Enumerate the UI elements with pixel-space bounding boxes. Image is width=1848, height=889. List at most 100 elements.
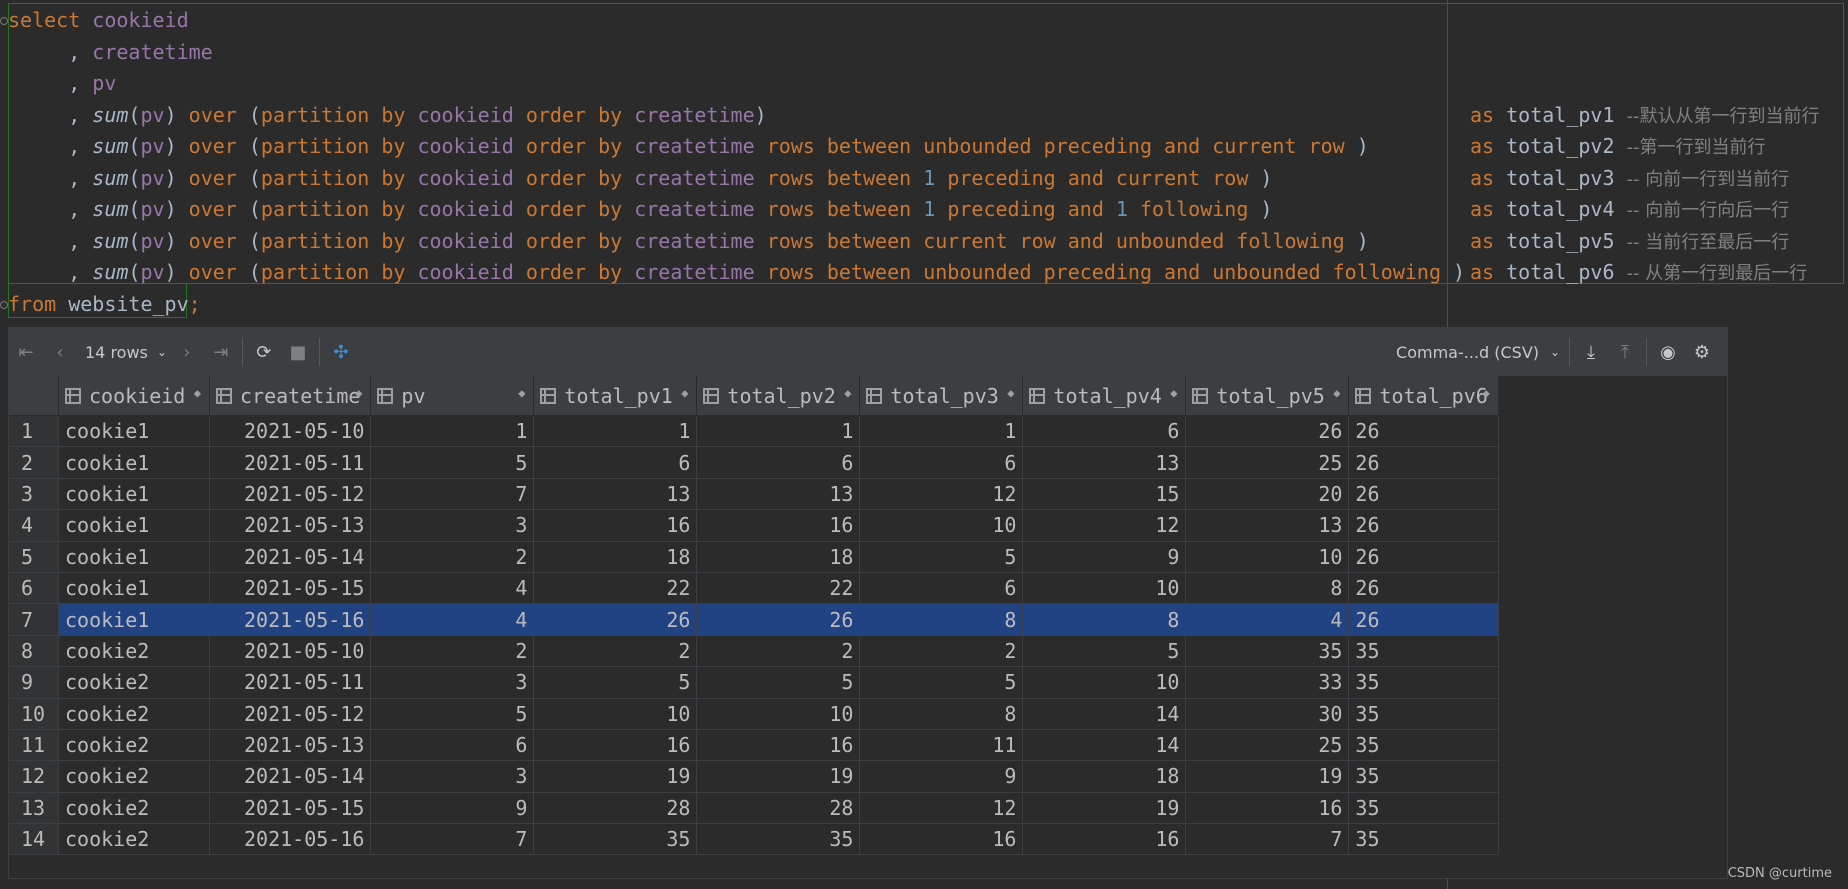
cell-total_pv2[interactable]: 6 — [696, 446, 861, 479]
gear-icon[interactable]: ⚙ — [1685, 335, 1719, 369]
cell-total_pv6[interactable]: 26 — [1348, 572, 1499, 605]
prev-page-icon[interactable]: ‹ — [43, 335, 77, 369]
cell-total_pv4[interactable]: 9 — [1022, 541, 1187, 573]
code-line[interactable]: , sum(pv) over (partition by cookieid or… — [0, 257, 1848, 289]
cell-total_pv1[interactable]: 13 — [533, 478, 698, 511]
cell-total_pv4[interactable]: 10 — [1022, 572, 1187, 605]
table-row[interactable]: 5 cookie1 2021-05-14 2 18 18 5 9 10 26 — [9, 541, 1499, 573]
table-row[interactable]: 13 cookie2 2021-05-15 9 28 28 12 19 16 35 — [9, 792, 1499, 825]
first-page-icon[interactable]: ⇤ — [9, 335, 43, 369]
cell-total_pv5[interactable]: 25 — [1185, 729, 1350, 762]
cell-total_pv1[interactable]: 5 — [533, 666, 698, 699]
cell-total_pv4[interactable]: 19 — [1022, 792, 1187, 825]
table-row[interactable]: 10 cookie2 2021-05-12 5 10 10 8 14 30 35 — [9, 698, 1499, 730]
cell-total_pv1[interactable]: 6 — [533, 446, 698, 479]
cell-cookieid[interactable]: cookie2 — [58, 635, 210, 668]
cell-total_pv3[interactable]: 2 — [859, 635, 1024, 668]
column-header-total_pv4[interactable]: total_pv4 ◆ — [1022, 376, 1187, 416]
cell-total_pv5[interactable]: 8 — [1185, 572, 1350, 605]
cell-total_pv5[interactable]: 30 — [1185, 698, 1350, 730]
cell-cookieid[interactable]: cookie2 — [58, 760, 210, 793]
sort-icon[interactable]: ◆ — [1333, 386, 1340, 400]
code-line[interactable]: , sum(pv) over (partition by cookieid or… — [0, 131, 1848, 163]
table-row[interactable]: 7 cookie1 2021-05-16 4 26 26 8 8 4 26 — [9, 603, 1499, 636]
cell-total_pv5[interactable]: 16 — [1185, 792, 1350, 825]
code-line[interactable]: from website_pv; — [0, 289, 1848, 321]
cell-cookieid[interactable]: cookie1 — [58, 572, 210, 605]
cell-pv[interactable]: 2 — [370, 635, 535, 668]
column-header-total_pv1[interactable]: total_pv1 ◆ — [533, 376, 698, 416]
cell-total_pv5[interactable]: 25 — [1185, 446, 1350, 479]
row-number[interactable]: 4 — [9, 509, 59, 542]
cell-pv[interactable]: 9 — [370, 792, 535, 825]
cell-total_pv2[interactable]: 16 — [696, 509, 861, 542]
cell-total_pv5[interactable]: 4 — [1185, 603, 1350, 636]
row-number[interactable]: 8 — [9, 635, 59, 668]
cell-pv[interactable]: 1 — [370, 415, 535, 448]
cell-total_pv5[interactable]: 10 — [1185, 541, 1350, 573]
cell-total_pv5[interactable]: 13 — [1185, 509, 1350, 542]
cell-createtime[interactable]: 2021-05-13 — [209, 509, 372, 542]
table-row[interactable]: 9 cookie2 2021-05-11 3 5 5 5 10 33 35 — [9, 666, 1499, 699]
row-number[interactable]: 11 — [9, 729, 59, 762]
next-page-icon[interactable]: › — [170, 335, 204, 369]
sort-icon[interactable]: ◆ — [1007, 386, 1014, 400]
table-row[interactable]: 1 cookie1 2021-05-10 1 1 1 1 6 26 26 — [9, 415, 1499, 448]
cell-total_pv3[interactable]: 10 — [859, 509, 1024, 542]
cell-cookieid[interactable]: cookie2 — [58, 823, 210, 856]
sort-icon[interactable]: ◆ — [1170, 386, 1177, 400]
rows-count[interactable]: 14 rows — [77, 343, 154, 362]
cell-total_pv2[interactable]: 18 — [696, 541, 861, 573]
upload-icon[interactable]: ⤒ — [1608, 335, 1642, 369]
table-row[interactable]: 4 cookie1 2021-05-13 3 16 16 10 12 13 26 — [9, 509, 1499, 542]
chevron-down-icon[interactable]: ⌄ — [1545, 335, 1565, 369]
cell-total_pv5[interactable]: 33 — [1185, 666, 1350, 699]
cell-createtime[interactable]: 2021-05-11 — [209, 666, 372, 699]
cell-total_pv1[interactable]: 26 — [533, 603, 698, 636]
eye-icon[interactable]: ◉ — [1651, 335, 1685, 369]
export-format-select[interactable]: Comma-...d (CSV) — [1396, 343, 1545, 362]
row-number[interactable]: 5 — [9, 541, 59, 573]
refresh-icon[interactable]: ⟳ — [247, 335, 281, 369]
cell-cookieid[interactable]: cookie1 — [58, 446, 210, 479]
cell-pv[interactable]: 7 — [370, 823, 535, 856]
cell-total_pv2[interactable]: 22 — [696, 572, 861, 605]
code-line[interactable]: select cookieid — [0, 5, 1848, 37]
cell-cookieid[interactable]: cookie2 — [58, 698, 210, 730]
cell-cookieid[interactable]: cookie2 — [58, 666, 210, 699]
sort-icon[interactable]: ◆ — [355, 386, 362, 400]
column-header-cookieid[interactable]: cookieid ◆ — [58, 376, 210, 416]
row-number[interactable]: 1 — [9, 415, 59, 448]
row-number[interactable]: 9 — [9, 666, 59, 699]
cell-total_pv6[interactable]: 35 — [1348, 823, 1499, 856]
cell-createtime[interactable]: 2021-05-11 — [209, 446, 372, 479]
column-header-total_pv3[interactable]: total_pv3 ◆ — [859, 376, 1024, 416]
table-row[interactable]: 12 cookie2 2021-05-14 3 19 19 9 18 19 35 — [9, 760, 1499, 793]
cell-total_pv4[interactable]: 10 — [1022, 666, 1187, 699]
column-header-total_pv2[interactable]: total_pv2 ◆ — [696, 376, 861, 416]
cell-createtime[interactable]: 2021-05-10 — [209, 635, 372, 668]
cell-total_pv1[interactable]: 22 — [533, 572, 698, 605]
cell-cookieid[interactable]: cookie1 — [58, 478, 210, 511]
cell-total_pv3[interactable]: 1 — [859, 415, 1024, 448]
row-number[interactable]: 2 — [9, 446, 59, 479]
cell-total_pv3[interactable]: 11 — [859, 729, 1024, 762]
last-page-icon[interactable]: ⇥ — [204, 335, 238, 369]
row-number[interactable]: 14 — [9, 823, 59, 856]
cell-total_pv5[interactable]: 35 — [1185, 635, 1350, 668]
cell-createtime[interactable]: 2021-05-12 — [209, 478, 372, 511]
cell-cookieid[interactable]: cookie2 — [58, 729, 210, 762]
row-number-header[interactable] — [9, 376, 59, 416]
sort-icon[interactable]: ◆ — [194, 386, 201, 400]
download-icon[interactable]: ⤓ — [1574, 335, 1608, 369]
row-number[interactable]: 6 — [9, 572, 59, 605]
cell-pv[interactable]: 3 — [370, 760, 535, 793]
cell-total_pv3[interactable]: 8 — [859, 603, 1024, 636]
row-number[interactable]: 3 — [9, 478, 59, 511]
code-line[interactable]: , sum(pv) over (partition by cookieid or… — [0, 163, 1848, 195]
code-line[interactable]: , pv — [0, 68, 1848, 100]
code-line[interactable]: , sum(pv) over (partition by cookieid or… — [0, 194, 1848, 226]
table-row[interactable]: 6 cookie1 2021-05-15 4 22 22 6 10 8 26 — [9, 572, 1499, 605]
cell-total_pv5[interactable]: 20 — [1185, 478, 1350, 511]
sort-icon[interactable]: ◆ — [844, 386, 851, 400]
